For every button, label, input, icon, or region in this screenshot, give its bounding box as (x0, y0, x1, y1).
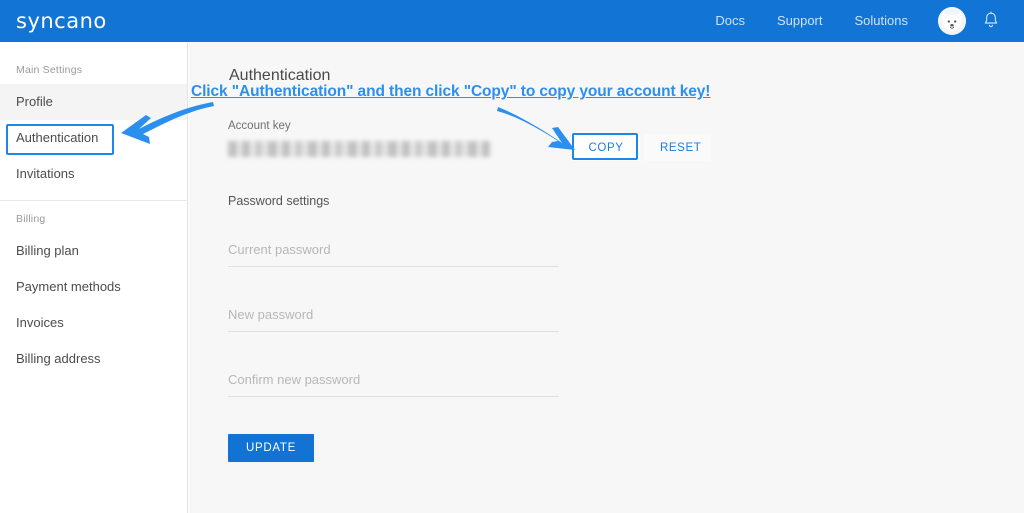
page-title: Authentication (229, 67, 331, 84)
nav-link-solutions[interactable]: Solutions (839, 0, 924, 42)
confirm-new-password-input[interactable] (228, 367, 559, 397)
reset-button[interactable]: RESET (644, 134, 711, 161)
sidebar-item-profile[interactable]: Profile (0, 84, 187, 120)
notifications-bell-icon[interactable] (980, 10, 1002, 32)
sidebar-item-invoices[interactable]: Invoices (0, 305, 187, 341)
app-window: syncano Docs Support Solutions Main Sett… (0, 0, 1024, 513)
header-nav: Docs Support Solutions (699, 0, 1024, 42)
syncano-logo[interactable]: syncano (16, 9, 107, 33)
sidebar-item-billing-address[interactable]: Billing address (0, 341, 187, 377)
account-key-label: Account key (228, 120, 291, 132)
account-key-value-masked (228, 141, 490, 157)
current-password-input[interactable] (228, 237, 559, 267)
sidebar-item-payment-methods[interactable]: Payment methods (0, 269, 187, 305)
sidebar-nav: Main Settings Profile Authentication Inv… (0, 42, 188, 513)
main-content: Authentication Account key COPY RESET Pa… (189, 42, 1024, 513)
password-settings-heading: Password settings (228, 194, 330, 208)
user-avatar[interactable] (938, 7, 966, 35)
new-password-input[interactable] (228, 302, 559, 332)
copy-button[interactable]: COPY (572, 134, 640, 161)
sidebar-divider (0, 200, 187, 201)
sidebar-section-main-settings: Main Settings (16, 64, 83, 76)
update-button[interactable]: UPDATE (228, 434, 314, 462)
nav-link-docs[interactable]: Docs (699, 0, 761, 42)
nav-link-support[interactable]: Support (761, 0, 839, 42)
top-header-bar: syncano Docs Support Solutions (0, 0, 1024, 42)
sidebar-item-invitations[interactable]: Invitations (0, 156, 187, 192)
sidebar-item-billing-plan[interactable]: Billing plan (0, 233, 187, 269)
sidebar-item-authentication[interactable]: Authentication (0, 120, 187, 156)
sidebar-section-billing: Billing (16, 213, 46, 225)
